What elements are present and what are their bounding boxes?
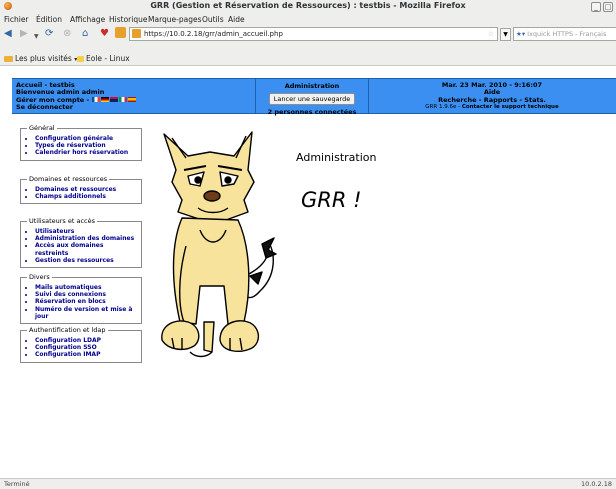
menu-link-gestion-ressources[interactable]: Gestion des ressources — [35, 257, 136, 264]
bookmark-star-icon[interactable]: ☆ — [488, 28, 494, 40]
menu-aide[interactable]: Aide — [228, 15, 245, 24]
menu-link-champs-additionnels[interactable]: Champs additionnels — [35, 193, 136, 200]
menu-link-version[interactable]: Numéro de version et mise à jour — [35, 306, 136, 320]
menu-outils[interactable]: Outils — [202, 15, 224, 24]
page-icon — [77, 56, 84, 62]
status-text: Terminé — [4, 480, 30, 488]
menu-link-calendrier[interactable]: Calendrier hors réservation — [35, 149, 136, 156]
menu-affichage[interactable]: Affichage — [70, 15, 105, 24]
bookmark-most-visited[interactable]: Les plus visités ▾ — [4, 54, 77, 63]
flag-es-icon[interactable] — [128, 96, 137, 102]
minimize-icon[interactable]: _ — [591, 2, 601, 12]
section-title: Authentification et ldap — [27, 326, 108, 334]
menu-link-utilisateurs[interactable]: Utilisateurs — [35, 228, 136, 235]
support-link[interactable]: Contacter le support technique — [462, 104, 559, 110]
folder-icon — [4, 56, 13, 62]
back-icon[interactable]: ◀ — [4, 28, 12, 39]
grr-mascot-dog-icon — [161, 131, 277, 358]
history-dropdown-icon[interactable]: ▼ — [34, 31, 39, 42]
menu-link-reservation-blocs[interactable]: Réservation en blocs — [35, 298, 136, 305]
menu-link-suivi-connexions[interactable]: Suivi des connexions — [35, 291, 136, 298]
grr-logo-text: GRR ! — [301, 188, 362, 212]
menu-link-types-reservation[interactable]: Types de réservation — [35, 142, 136, 149]
nav-toolbar: ◀ ▶ ▼ ⟳ ⊗ ⌂ ♥ https://10.0.2.18/grr/admi… — [0, 25, 616, 42]
section-title: Utilisateurs et accès — [27, 217, 98, 225]
forward-icon[interactable]: ▶ — [20, 28, 28, 39]
header-admin-block: Administration Lancer une sauvegarde 2 p… — [255, 79, 369, 116]
flag-fr-icon[interactable] — [92, 96, 101, 102]
addon-icon[interactable] — [115, 27, 126, 38]
flag-uk-icon[interactable] — [110, 96, 119, 102]
menu-section-auth: Authentification et ldap Configuration L… — [20, 326, 142, 363]
logout-link[interactable]: Se déconnecter — [16, 103, 136, 111]
page-content: Accueil - testbis Bienvenue admin admin … — [0, 66, 616, 478]
status-host: 10.0.2.18 — [580, 480, 612, 488]
menu-section-domaines: Domaines et ressources Domaines et resso… — [20, 175, 142, 205]
home-icon[interactable]: ⌂ — [82, 28, 88, 39]
maximize-icon[interactable]: □ — [603, 2, 613, 12]
menu-section-divers: Divers Mails automatiques Suivi des conn… — [20, 273, 142, 325]
menu-historique[interactable]: Historique — [109, 15, 147, 24]
menu-link-acces-restreints[interactable]: Accès aux domaines restreints — [35, 242, 136, 256]
search-engine-icon[interactable]: ★▾ — [516, 28, 525, 40]
menu-marque-pages[interactable]: Marque-pages — [148, 15, 202, 24]
main-title: Administration — [296, 151, 377, 164]
search-reports-links[interactable]: Recherche - Rapports - Stats. — [368, 96, 616, 104]
reload-icon[interactable]: ⟳ — [45, 28, 53, 39]
menu-link-domaines-ressources[interactable]: Domaines et ressources — [35, 186, 136, 193]
menu-fichier[interactable]: Fichier — [4, 15, 29, 24]
version-text: GRR 1.9.6e - — [425, 103, 462, 110]
menu-section-utilisateurs: Utilisateurs et accès Utilisateurs Admin… — [20, 217, 142, 269]
header-info-block: Mar. 23 Mar. 2010 - 9:16:07 Aide Recherc… — [368, 81, 616, 111]
menu-bar: Fichier Édition Affichage Historique Mar… — [0, 13, 616, 25]
section-title: Général — [27, 124, 57, 132]
url-text[interactable]: https://10.0.2.18/grr/admin_accueil.php — [144, 28, 283, 40]
flag-it-icon[interactable] — [119, 96, 128, 102]
url-dropdown-icon[interactable]: ▼ — [500, 28, 511, 41]
search-placeholder: Ixquick HTTPS - Français — [527, 30, 607, 38]
site-favicon-icon — [132, 29, 141, 38]
menu-link-mails[interactable]: Mails automatiques — [35, 284, 136, 291]
menu-edition[interactable]: Édition — [36, 15, 62, 24]
stop-icon[interactable]: ⊗ — [63, 28, 71, 39]
header-user-block: Accueil - testbis Bienvenue admin admin … — [16, 81, 137, 111]
grr-header: Accueil - testbis Bienvenue admin admin … — [12, 78, 616, 116]
status-bar: Terminé 10.0.2.18 — [0, 478, 616, 489]
menu-link-sso[interactable]: Configuration SSO — [35, 344, 136, 351]
window-title: GRR (Gestion et Réservation de Ressource… — [150, 1, 466, 10]
url-bar[interactable]: https://10.0.2.18/grr/admin_accueil.php … — [129, 27, 498, 41]
menu-section-general: Général Configuration générale Types de … — [20, 124, 142, 161]
flag-de-icon[interactable] — [101, 96, 110, 102]
section-title: Divers — [27, 273, 52, 281]
connected-users-link[interactable]: 2 personnes connectées — [256, 108, 368, 116]
bookmark-eole-linux[interactable]: Eole - Linux — [77, 54, 130, 63]
window-titlebar: GRR (Gestion et Réservation de Ressource… — [0, 0, 616, 13]
backup-button[interactable]: Lancer une sauvegarde — [268, 93, 356, 105]
menu-link-config-generale[interactable]: Configuration générale — [35, 135, 136, 142]
menu-link-ldap[interactable]: Configuration LDAP — [35, 337, 136, 344]
search-input[interactable]: ★▾ Ixquick HTTPS - Français — [513, 27, 616, 41]
menu-link-imap[interactable]: Configuration IMAP — [35, 351, 136, 358]
menu-link-admin-domaines[interactable]: Administration des domaines — [35, 235, 136, 242]
heart-icon[interactable]: ♥ — [100, 28, 109, 39]
section-title: Domaines et ressources — [27, 175, 110, 183]
header-admin-title: Administration — [284, 82, 340, 90]
bookmarks-bar: Les plus visités ▾ Eole - Linux — [0, 42, 616, 66]
